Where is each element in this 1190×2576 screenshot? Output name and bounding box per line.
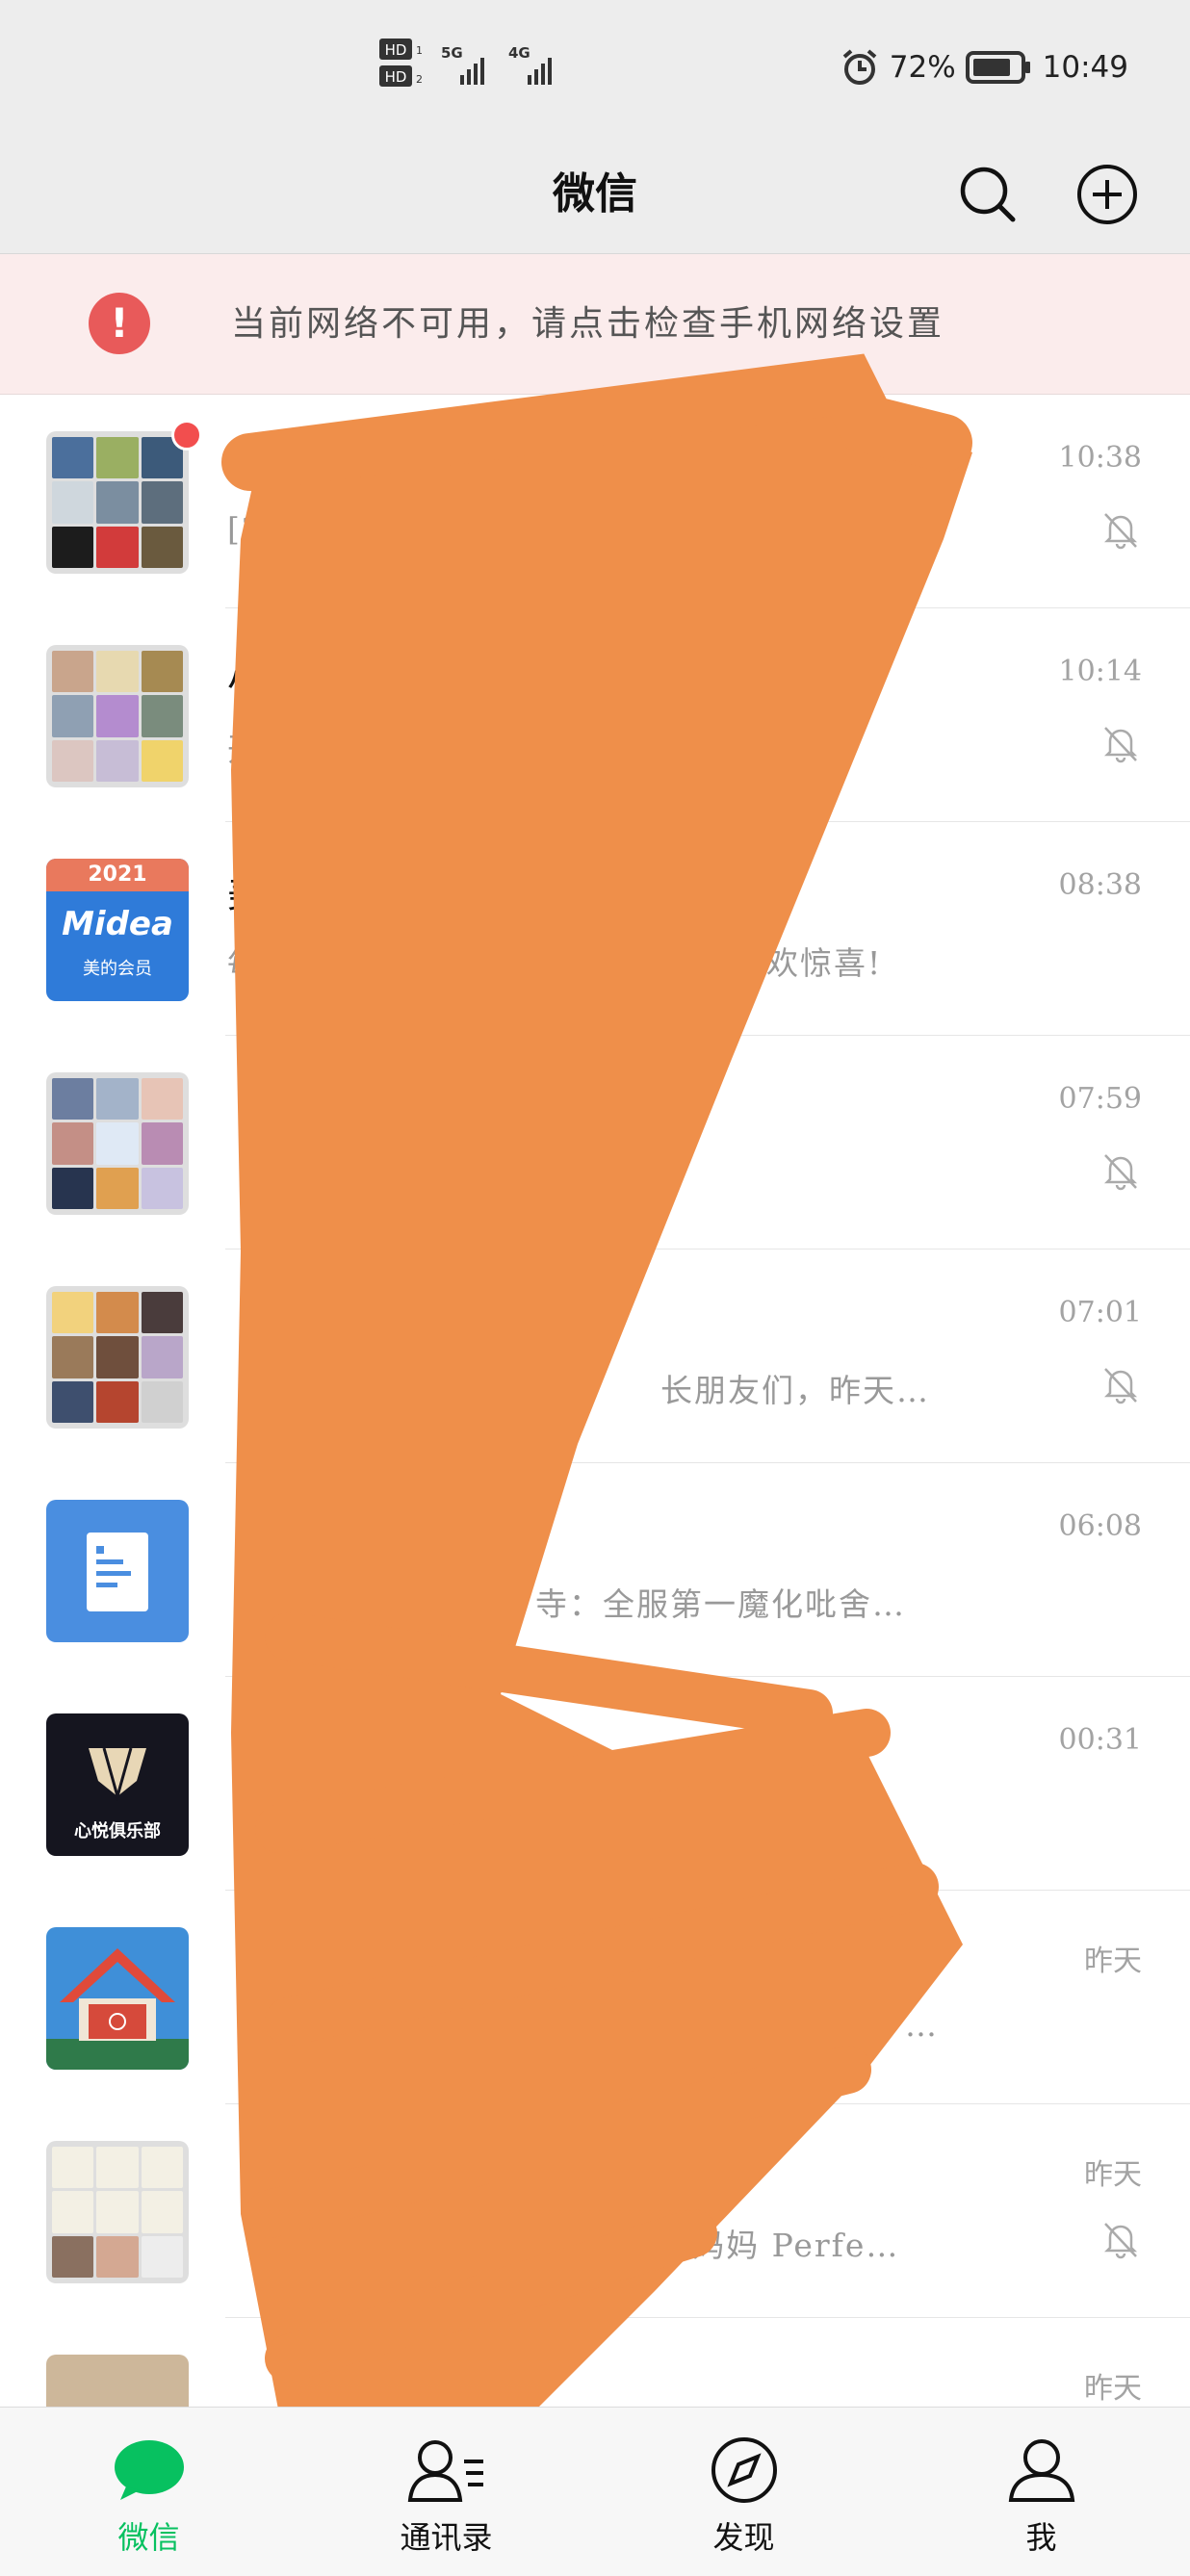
chat-row[interactable]: 2021 Midea 美的会员 美 每 欢惊喜! 08:38: [0, 822, 1190, 1036]
group-avatar: [46, 2141, 189, 2283]
group-avatar: [46, 645, 189, 787]
status-right: 72% 10:49: [840, 42, 1128, 92]
top-nav: 微信: [0, 135, 1190, 254]
chat-time: 07:59: [1058, 1082, 1142, 1116]
person-icon: [1008, 2439, 1074, 2502]
sim1-label: HD: [385, 41, 407, 59]
contacts-icon: [407, 2440, 483, 2502]
mute-bell-icon: [1103, 727, 1138, 763]
chat-row[interactable]: 00） Carol妈妈 Perfe… 昨天: [0, 2104, 1190, 2318]
chat-name: 美: [227, 872, 266, 916]
avatar-sub: 美的会员: [83, 959, 152, 979]
mute-bell-icon: [1103, 513, 1138, 550]
house-avatar: [46, 1927, 189, 2070]
tab-contacts[interactable]: 通讯录: [298, 2408, 595, 2576]
chat-time: 00:31: [1058, 1723, 1142, 1757]
network-warning-banner[interactable]: ! 当前网络不可用，请点击检查手机网络设置: [0, 254, 1190, 395]
club-avatar: 心悦俱乐部: [46, 1713, 189, 1856]
svg-text:1: 1: [416, 44, 423, 57]
chat-time: 07:01: [1058, 1296, 1142, 1329]
bottom-tab-bar: 微信 通讯录 发现 我: [0, 2407, 1190, 2576]
chat-time: 10:38: [1058, 441, 1142, 475]
tab-label: 通讯录: [400, 2519, 493, 2556]
midea-avatar: 2021 Midea 美的会员: [46, 859, 189, 1001]
chat-preview-tail: 寺：全服第一魔化吡舍…: [535, 1585, 906, 1623]
chat-time: 06:08: [1058, 1509, 1142, 1543]
avatar-brand: Midea: [62, 905, 173, 943]
chat-preview: 每: [227, 944, 261, 982]
chat-row[interactable]: 寺：全服第一魔化吡舍… 06:08: [0, 1463, 1190, 1677]
chat-time: 昨天: [1084, 2158, 1142, 2192]
chat-preview-tail: 欢惊喜!: [766, 944, 883, 982]
chat-time: 昨天: [1084, 2372, 1142, 2406]
chat-row[interactable]: 心悦俱乐部 00:31: [0, 1677, 1190, 1891]
unread-dot: [171, 420, 202, 451]
document-icon: [87, 1533, 148, 1611]
tab-label: 微信: [117, 2519, 180, 2556]
tab-label: 发现: [712, 2519, 775, 2556]
group-avatar: [46, 1286, 189, 1429]
alarm-icon: [842, 49, 877, 85]
exclamation-icon: !: [89, 293, 150, 354]
chat-time: 昨天: [1084, 1945, 1142, 1978]
avatar-sub: 心悦俱乐部: [74, 1821, 161, 1842]
chat-list: [2 10:38 小 开 10:14 2021 Midea 美的会员 美 每 欢…: [0, 395, 1190, 2532]
chat-preview: [2: [227, 510, 264, 548]
mute-bell-icon: [1103, 1154, 1138, 1191]
group-avatar: [46, 1072, 189, 1215]
document-avatar: [46, 1500, 189, 1642]
compass-icon: [711, 2437, 777, 2503]
net2-label: 4G: [508, 44, 530, 62]
net1-label: 5G: [441, 44, 463, 62]
mute-bell-icon: [1103, 1368, 1138, 1404]
chat-preview-tail: …: [905, 2006, 939, 2044]
avatar-year: 2021: [46, 859, 189, 891]
signal-icons: HD HD 1 2 5G 4G: [375, 37, 568, 90]
svg-text:2: 2: [416, 73, 423, 86]
chat-row[interactable]: 小 开 10:14: [0, 608, 1190, 822]
search-icon[interactable]: [945, 152, 1030, 237]
sim2-label: HD: [385, 68, 407, 86]
tab-label: 我: [1025, 2519, 1057, 2556]
chat-row[interactable]: … 昨天: [0, 1891, 1190, 2104]
house-logo-icon: [46, 1948, 189, 2070]
chat-bubble-icon: [114, 2440, 184, 2500]
clock-time: 10:49: [1042, 50, 1128, 85]
group-avatar: [46, 431, 189, 574]
chat-name: 小: [227, 658, 266, 703]
battery-percent: 72%: [889, 50, 956, 85]
tab-me[interactable]: 我: [892, 2408, 1190, 2576]
tab-discover[interactable]: 发现: [595, 2408, 892, 2576]
battery-icon: [965, 51, 1030, 84]
tab-chats[interactable]: 微信: [0, 2408, 298, 2576]
mute-bell-icon: [1103, 2223, 1138, 2259]
chat-preview-tail: Carol妈妈 Perfe…: [595, 2227, 900, 2264]
network-warning-text: 当前网络不可用，请点击检查手机网络设置: [231, 304, 945, 344]
chat-preview: 开: [227, 731, 261, 768]
chat-preview-tail: 长朋友们，昨天…: [660, 1372, 930, 1409]
chat-time: 10:14: [1058, 655, 1142, 688]
chat-row[interactable]: [2 10:38: [0, 395, 1190, 608]
chat-name-tail: 00）: [689, 2154, 777, 2199]
chat-row[interactable]: 07:59: [0, 1036, 1190, 1249]
chat-time: 08:38: [1058, 868, 1142, 902]
chat-row[interactable]: 长朋友们，昨天… 07:01: [0, 1249, 1190, 1463]
status-bar: HD HD 1 2 5G 4G 72% 10:49: [0, 0, 1190, 135]
plus-circle-icon[interactable]: [1065, 152, 1150, 237]
